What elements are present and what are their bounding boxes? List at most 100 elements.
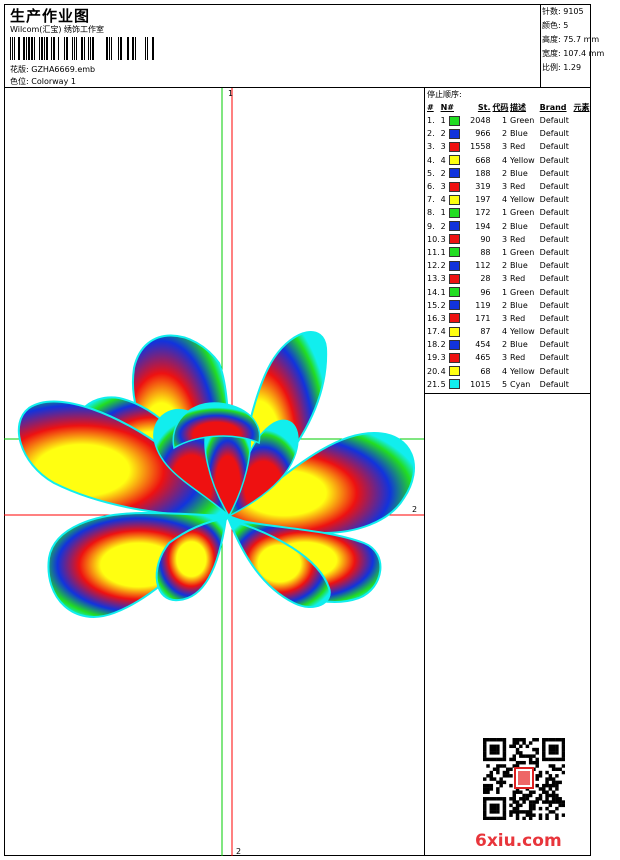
cell-idx: 13.: [427, 274, 440, 284]
cell-idx: 7.: [427, 195, 435, 205]
needle-number: 5: [440, 379, 446, 389]
needle-number: 3: [440, 274, 446, 284]
color-swatch: [448, 379, 460, 390]
cell-n: 2: [441, 220, 460, 233]
cell-el: [573, 325, 591, 338]
table-row: 21. 5 1015 5 Cyan Default: [425, 378, 591, 391]
cell-idx: 11.: [427, 247, 440, 257]
cell-el: [573, 154, 591, 167]
cell-el: [573, 180, 591, 193]
needle-number: 4: [440, 327, 446, 337]
cell-idx: 6.: [427, 182, 435, 192]
cell-st: 172: [475, 208, 491, 218]
cell-idx: 15.: [427, 300, 440, 310]
cell-brand: Default: [539, 261, 569, 271]
cell-code: 3: [501, 274, 508, 284]
cell-el: [573, 259, 591, 272]
cell-el: [573, 272, 591, 285]
table-row: 16. 3 171 3 Red Default: [425, 312, 591, 325]
color-swatch: [448, 168, 460, 179]
cell-el: [573, 365, 591, 378]
cell-code: 1: [501, 116, 508, 126]
cell-el: [573, 114, 591, 127]
needle-number: 2: [440, 221, 446, 231]
cell-code: 3: [501, 234, 508, 244]
cell-el: [573, 351, 591, 364]
cell-n: 2: [441, 167, 460, 180]
file-name: GZHA6669.emb: [31, 65, 96, 74]
cell-idx: 12.: [427, 261, 440, 271]
table-row: 14. 1 96 1 Green Default: [425, 285, 591, 298]
cell-code: 4: [501, 366, 508, 376]
cell-st: 88: [480, 247, 491, 257]
cell-code: 4: [501, 155, 508, 165]
cell-el: [573, 167, 591, 180]
color-swatch: [448, 181, 460, 192]
table-row: 10. 3 90 3 Red Default: [425, 233, 591, 246]
cell-st: 96: [480, 287, 491, 297]
cell-code: 1: [501, 247, 508, 257]
cell-code: 3: [501, 142, 508, 152]
needle-number: 3: [440, 182, 446, 192]
design-canvas: 1 2 2: [4, 88, 425, 856]
table-row: 17. 4 87 4 Yellow Default: [425, 325, 591, 338]
cell-idx: 3.: [427, 142, 435, 152]
cell-desc: Yellow: [510, 155, 535, 165]
cell-idx: 19.: [427, 353, 440, 363]
cell-desc: Yellow: [510, 327, 535, 337]
cell-brand: Default: [539, 116, 569, 126]
barcode: [10, 37, 154, 60]
cell-el: [573, 206, 591, 219]
needle-number: 2: [440, 300, 446, 310]
needle-number: 3: [440, 234, 446, 244]
cell-el: [573, 233, 591, 246]
cell-n: 2: [441, 299, 460, 312]
color-swatch: [448, 194, 460, 205]
cell-brand: Default: [539, 353, 569, 363]
cell-code: 2: [501, 340, 508, 350]
needle-number: 3: [440, 353, 446, 363]
needle-number: 4: [440, 155, 446, 165]
table-row: 8. 1 172 1 Green Default: [425, 206, 591, 219]
cell-brand: Default: [539, 340, 569, 350]
page-title: 生产作业图: [10, 7, 91, 25]
color-swatch: [448, 313, 460, 324]
cell-idx: 14.: [427, 287, 440, 297]
cell-desc: Green: [510, 208, 535, 218]
cell-el: [573, 338, 591, 351]
qr-code: [483, 738, 565, 820]
cell-code: 4: [501, 327, 508, 337]
color-swatch: [448, 207, 460, 218]
cell-idx: 8.: [427, 208, 435, 218]
cell-n: 4: [441, 154, 460, 167]
col-element: 元素: [573, 103, 590, 112]
needle-number: 2: [440, 168, 446, 178]
cell-el: [573, 285, 591, 298]
cell-desc: Blue: [510, 261, 528, 271]
cell-desc: Blue: [510, 340, 528, 350]
cell-el: [573, 299, 591, 312]
cell-brand: Default: [539, 379, 569, 389]
axis-label-top: 1: [228, 89, 233, 98]
cell-idx: 20.: [427, 366, 440, 376]
cell-st: 68: [480, 366, 491, 376]
cell-code: 2: [501, 300, 508, 310]
cell-desc: Blue: [510, 129, 528, 139]
cell-n: 3: [441, 140, 460, 153]
cell-st: 28: [480, 274, 491, 284]
cell-brand: Default: [539, 182, 569, 192]
cell-st: 319: [475, 182, 491, 192]
cell-code: 5: [501, 379, 508, 389]
cell-n: 4: [441, 325, 460, 338]
cell-code: 2: [501, 221, 508, 231]
cell-desc: Yellow: [510, 366, 535, 376]
color-swatch: [448, 326, 460, 337]
cell-brand: Default: [539, 155, 569, 165]
cell-st: 119: [475, 300, 491, 310]
cell-n: 1: [441, 285, 460, 298]
cell-brand: Default: [539, 234, 569, 244]
cell-idx: 10.: [427, 234, 440, 244]
stop-sequence-title: 停止顺序:: [427, 90, 462, 99]
cell-brand: Default: [539, 313, 569, 323]
cell-n: 4: [441, 193, 460, 206]
